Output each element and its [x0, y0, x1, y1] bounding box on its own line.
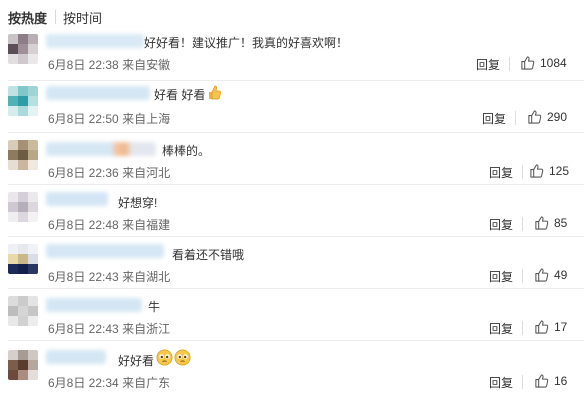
like-button[interactable]: 17 — [534, 319, 582, 335]
like-button[interactable]: 125 — [529, 163, 583, 179]
thumbs-up-icon — [535, 320, 549, 334]
reply-button[interactable]: 回复 — [489, 374, 513, 391]
like-button[interactable]: 49 — [534, 267, 582, 283]
like-button[interactable]: 16 — [534, 373, 582, 389]
comment-meta: 6月8日 22:34 来自广东 — [48, 374, 170, 391]
comment-divider — [8, 236, 584, 237]
reply-button[interactable]: 回复 — [476, 56, 500, 73]
comment-time: 6月8日 22:43 — [48, 270, 119, 284]
reply-button[interactable]: 回复 — [482, 110, 506, 127]
reply-button[interactable]: 回复 — [489, 320, 513, 337]
action-divider — [522, 321, 523, 335]
username-blurred[interactable] — [46, 142, 156, 156]
comment-item: 看着还不错哦 6月8日 22:43 来自湖北 回复 49 — [0, 238, 584, 288]
comment-item: 好看 好看 6月8日 22:50 来自上海 回复 290 — [0, 82, 584, 132]
comment-text-content: 好好看 — [118, 354, 155, 368]
comment-meta: 6月8日 22:38 来自安徽 — [48, 56, 170, 73]
comment-text: 看着还不错哦 — [172, 248, 245, 262]
comment-time: 6月8日 22:43 — [48, 322, 119, 336]
comment-meta: 6月8日 22:50 来自上海 — [48, 110, 170, 127]
pleading-face-emoji-icon — [156, 349, 192, 369]
action-divider — [522, 375, 523, 389]
comment-location: 来自河北 — [122, 166, 171, 180]
comment-text: 好想穿! — [118, 196, 158, 210]
thumbs-up-icon — [535, 216, 549, 230]
like-count: 290 — [547, 110, 568, 124]
comment-location: 来自浙江 — [122, 322, 171, 336]
avatar[interactable] — [8, 244, 38, 274]
comment-item: 好好看 6月8日 22:34 来自广东 回复 16 — [0, 342, 584, 402]
comment-text: 牛 — [148, 300, 161, 314]
comment-location: 来自上海 — [122, 112, 171, 126]
action-divider — [522, 269, 523, 283]
comment-time: 6月8日 22:36 — [48, 166, 119, 180]
like-count: 85 — [554, 216, 568, 230]
comment-location: 来自广东 — [122, 376, 171, 390]
comment-text: 好好看！建议推广！我真的好喜欢啊！ — [144, 36, 349, 50]
username-blurred[interactable] — [46, 350, 106, 364]
username-blurred[interactable] — [46, 244, 164, 258]
thumbs-up-icon — [535, 374, 549, 388]
comment-text: 好看 好看 — [154, 85, 221, 103]
username-blurred[interactable] — [46, 34, 144, 48]
avatar[interactable] — [8, 86, 38, 116]
comment-location: 来自安徽 — [122, 58, 171, 72]
like-button[interactable]: 1084 — [520, 55, 580, 71]
like-count: 125 — [549, 164, 570, 178]
comment-meta: 6月8日 22:36 来自河北 — [48, 164, 170, 181]
reply-button[interactable]: 回复 — [489, 164, 513, 181]
thumbs-up-icon — [530, 164, 544, 178]
comment-location: 来自湖北 — [122, 270, 171, 284]
like-count: 17 — [554, 320, 568, 334]
comment-time: 6月8日 22:34 — [48, 376, 119, 390]
comment-divider — [8, 288, 584, 289]
comment-divider — [8, 340, 584, 341]
comment-divider — [8, 80, 584, 81]
reply-button[interactable]: 回复 — [489, 216, 513, 233]
action-divider — [522, 217, 523, 231]
action-divider — [522, 165, 523, 179]
username-blurred[interactable] — [46, 86, 150, 100]
thumbs-up-icon — [521, 56, 535, 70]
sort-bar: 按热度 按时间 — [0, 0, 584, 32]
sort-by-hot-tab[interactable]: 按热度 — [8, 8, 47, 27]
like-count: 16 — [554, 374, 568, 388]
like-count: 1084 — [540, 56, 567, 70]
comment-item: 棒棒的。 6月8日 22:36 来自河北 回复 125 — [0, 134, 584, 184]
comment-time: 6月8日 22:48 — [48, 218, 119, 232]
thumbs-up-icon — [528, 110, 542, 124]
action-divider — [515, 111, 516, 125]
like-button[interactable]: 290 — [527, 109, 583, 125]
username-blurred[interactable] — [46, 192, 108, 206]
comment-meta: 6月8日 22:43 来自浙江 — [48, 320, 170, 337]
comment-divider — [8, 184, 584, 185]
comment-time: 6月8日 22:38 — [48, 58, 119, 72]
avatar[interactable] — [8, 192, 38, 222]
avatar[interactable] — [8, 350, 38, 380]
like-button[interactable]: 85 — [534, 215, 582, 231]
avatar[interactable] — [8, 296, 38, 326]
comment-meta: 6月8日 22:43 来自湖北 — [48, 268, 170, 285]
like-count: 49 — [554, 268, 568, 282]
comment-item: 好好看！建议推广！我真的好喜欢啊！ 6月8日 22:38 来自安徽 回复 108… — [0, 30, 584, 80]
action-divider — [509, 57, 510, 71]
comment-divider — [8, 132, 584, 133]
comment-text-content: 好看 好看 — [154, 88, 206, 102]
username-blurred[interactable] — [46, 298, 142, 312]
comment-item: 牛 6月8日 22:43 来自浙江 回复 17 — [0, 290, 584, 340]
comment-item: 好想穿! 6月8日 22:48 来自福建 回复 85 — [0, 186, 584, 236]
comment-location: 来自福建 — [122, 218, 171, 232]
comment-time: 6月8日 22:50 — [48, 112, 119, 126]
sort-by-time-tab[interactable]: 按时间 — [63, 8, 102, 27]
thumbs-up-emoji-icon — [206, 84, 222, 103]
avatar[interactable] — [8, 34, 38, 64]
comment-text: 棒棒的。 — [162, 144, 211, 158]
sort-divider — [55, 10, 56, 24]
avatar[interactable] — [8, 140, 38, 170]
reply-button[interactable]: 回复 — [489, 268, 513, 285]
comment-meta: 6月8日 22:48 来自福建 — [48, 216, 170, 233]
thumbs-up-icon — [535, 268, 549, 282]
comment-text: 好好看 — [118, 349, 191, 369]
